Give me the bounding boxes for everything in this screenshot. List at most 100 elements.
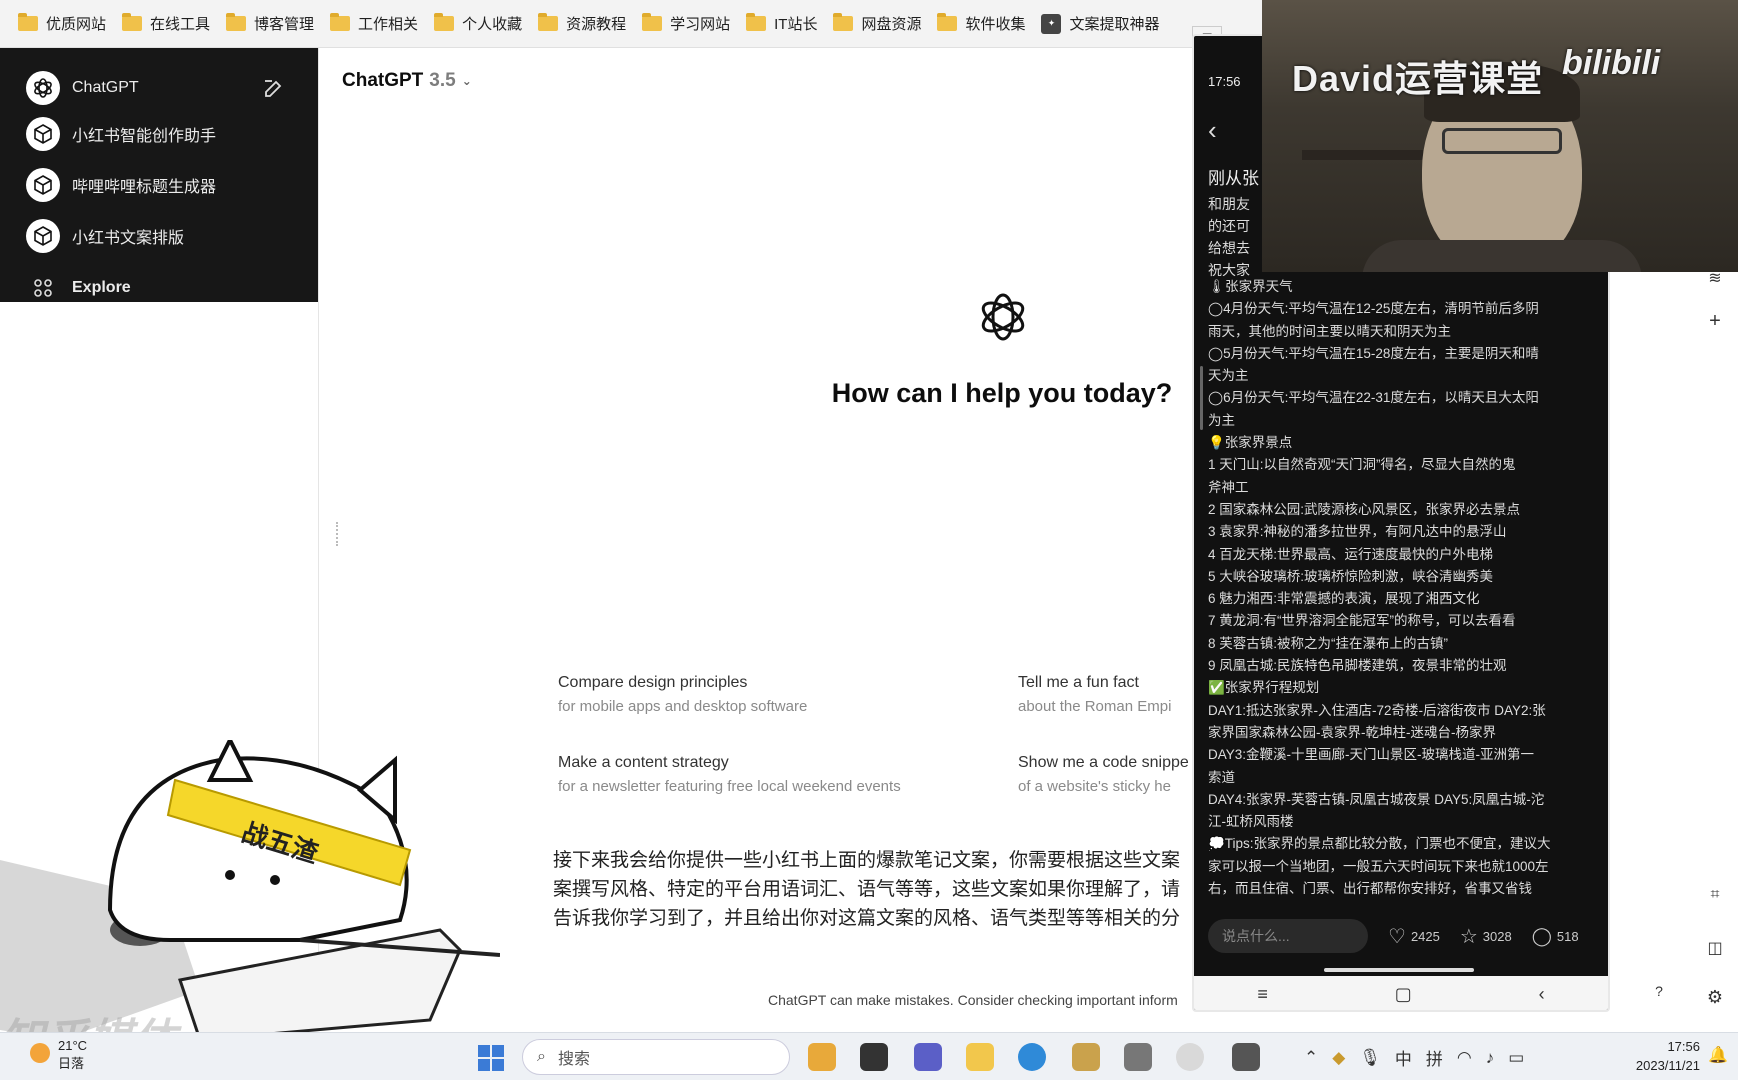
taskbar-search[interactable]: ⌕ 搜索 xyxy=(522,1039,790,1075)
like-button[interactable]: ♡ 2425 xyxy=(1388,924,1440,949)
star-count: 3028 xyxy=(1482,928,1512,944)
post-text-line: ◯4月份天气:平均气温在12-25度左右，清明节前后多阴 xyxy=(1208,301,1539,317)
bookmark-label: 优质网站 xyxy=(46,16,107,33)
bookmark-folder[interactable]: 优质网站 xyxy=(12,8,116,40)
suggestion-subtitle: about the Roman Empi xyxy=(1018,698,1172,715)
bookmark-label: 博客管理 xyxy=(254,16,315,33)
comment-input[interactable]: 说点什么... xyxy=(1208,919,1368,953)
sidebar-item-explore[interactable]: Explore xyxy=(26,268,131,308)
app-phone-mirror-icon[interactable] xyxy=(1232,1043,1260,1071)
post-text-line: 6 魅力湘西:非常震撼的表演，展现了湘西文化 xyxy=(1208,591,1480,607)
home-icon[interactable]: ▢ xyxy=(1395,984,1412,1005)
bookmark-folder[interactable]: 工作相关 xyxy=(324,8,428,40)
screenshot-icon[interactable]: ⌗ xyxy=(1704,884,1726,906)
suggestion-card[interactable]: Make a content strategy for a newsletter… xyxy=(558,754,978,795)
chevron-down-icon: ⌄ xyxy=(461,74,472,88)
app-pre-icon[interactable] xyxy=(808,1043,836,1071)
battery-icon[interactable]: ▭ xyxy=(1508,1048,1524,1068)
ime-language[interactable]: 中 xyxy=(1395,1045,1412,1070)
suggestion-title: Make a content strategy xyxy=(558,754,729,771)
phone-status-time: 17:56 xyxy=(1208,74,1241,89)
bookmark-folder[interactable]: 学习网站 xyxy=(636,8,740,40)
comment-bubble-icon: ◯ xyxy=(1531,925,1552,946)
post-text-line: 索道 xyxy=(1208,769,1235,785)
system-clock[interactable]: 17:56 2023/11/21 xyxy=(1620,1037,1700,1075)
post-text-line: 斧神工 xyxy=(1208,479,1249,495)
back-arrow-icon[interactable]: ‹ xyxy=(1208,117,1228,143)
star-icon: ☆ xyxy=(1459,925,1478,948)
file-explorer-icon[interactable] xyxy=(966,1043,994,1071)
help-icon[interactable]: ? xyxy=(1648,980,1670,1002)
menu-icon[interactable]: ≡ xyxy=(1257,984,1268,1005)
sidebar-toggle-icon[interactable]: ◫ xyxy=(1704,938,1726,960)
back-icon[interactable]: ‹ xyxy=(1539,984,1545,1005)
suggestion-subtitle: of a website's sticky he xyxy=(1018,778,1171,795)
teams-icon[interactable] xyxy=(914,1043,942,1071)
like-count: 2425 xyxy=(1410,928,1440,944)
notification-bell-icon[interactable]: 🔔 xyxy=(1708,1045,1728,1065)
post-text-line: 2 国家森林公园:武陵源核心风景区，张家界必去景点 xyxy=(1208,501,1521,517)
bookmark-folder[interactable]: IT站长 xyxy=(740,8,827,40)
prompt-line: 接下来我会给你提供一些小红书上面的爆款笔记文案，你需要根据这些文案 xyxy=(553,850,1181,871)
folder-icon xyxy=(330,13,351,31)
suggestion-card[interactable]: Compare design principles for mobile app… xyxy=(558,674,978,715)
post-text-line: 的还可 xyxy=(1208,218,1250,234)
sun-icon xyxy=(30,1043,50,1063)
bookmark-folder[interactable]: 软件收集 xyxy=(931,8,1035,40)
message-input[interactable]: 接下来我会给你提供一些小红书上面的爆款笔记文案，你需要根据这些文案 案撰写风格、… xyxy=(553,846,1193,933)
new-chat-icon[interactable] xyxy=(262,78,284,100)
bookmark-folder[interactable]: 博客管理 xyxy=(220,8,324,40)
suggestion-subtitle: for a newsletter featuring free local we… xyxy=(558,778,901,795)
chevron-up-icon[interactable]: ⌃ xyxy=(1304,1048,1318,1068)
sidebar-item-label: ChatGPT xyxy=(72,79,139,96)
tray-app-icon[interactable]: ◆ xyxy=(1332,1048,1345,1068)
app-notes-icon[interactable] xyxy=(1072,1043,1100,1071)
bookmark-label: 在线工具 xyxy=(150,16,211,33)
post-text-line: 江-虹桥风雨楼 xyxy=(1208,814,1294,830)
folder-icon xyxy=(18,13,38,31)
post-text-line: DAY1:抵达张家界-入住酒店-72奇楼-后溶街夜市 DAY2:张 xyxy=(1208,702,1546,718)
bilibili-logo: bilibili xyxy=(1562,44,1661,82)
microphone-icon[interactable]: 🎙 xyxy=(1359,1048,1381,1068)
presenter-body xyxy=(1362,240,1642,272)
app-calculator-icon[interactable] xyxy=(1124,1043,1152,1071)
plus-icon[interactable]: + xyxy=(1704,310,1726,332)
comment-button[interactable]: ◯ 518 xyxy=(1532,926,1579,947)
folder-icon xyxy=(937,13,958,31)
app-terminal-icon[interactable] xyxy=(860,1043,888,1071)
sidebar-item-bilibili-title-generator[interactable]: 哔哩哔哩标题生成器 xyxy=(26,165,216,205)
bookmark-link[interactable]: ✦ 文案提取神器 xyxy=(1035,8,1169,40)
edge-icon[interactable] xyxy=(1018,1043,1046,1071)
post-text-line: 和朋友 xyxy=(1208,196,1250,212)
sidebar: ChatGPT 小红书智能创作助手 哔哩哔哩标题生成器 小红书文案排版 Expl… xyxy=(0,48,318,302)
suggestion-card[interactable]: Show me a code snippe of a website's sti… xyxy=(1018,754,1194,795)
windows-start-icon[interactable] xyxy=(478,1045,504,1071)
suggestion-card[interactable]: Tell me a fun fact about the Roman Empi xyxy=(1018,674,1194,715)
model-selector[interactable]: ChatGPT 3.5 ⌄ xyxy=(342,70,472,92)
volume-icon[interactable]: ♪ xyxy=(1486,1048,1495,1068)
sidebar-item-label: 小红书文案排版 xyxy=(72,230,185,247)
post-title: 刚从张 xyxy=(1208,169,1259,188)
channel-title: David运营课堂 xyxy=(1292,58,1544,99)
gear-icon[interactable]: ⚙ xyxy=(1704,986,1726,1008)
post-text-line: 家界国家森林公园-袁家界-乾坤柱-迷魂台-杨家界 xyxy=(1208,724,1496,740)
sidebar-item-xiaohongshu-layout[interactable]: 小红书文案排版 xyxy=(26,216,184,256)
app-chrome-icon[interactable] xyxy=(1176,1043,1204,1071)
wifi-icon[interactable]: ◠ xyxy=(1457,1048,1472,1068)
post-text-line: 5 大峡谷玻璃桥:玻璃桥惊险刺激，峡谷清幽秀美 xyxy=(1208,568,1494,584)
scrollbar[interactable] xyxy=(1200,366,1203,430)
bookmark-folder[interactable]: 在线工具 xyxy=(116,8,220,40)
search-icon: ⌕ xyxy=(537,1048,546,1065)
ime-mode[interactable]: 拼 xyxy=(1426,1045,1443,1070)
resize-handle[interactable] xyxy=(336,522,340,546)
star-button[interactable]: ☆ 3028 xyxy=(1460,924,1512,949)
sidebar-item-xiaohongshu-assistant[interactable]: 小红书智能创作助手 xyxy=(26,114,216,154)
post-text-line: 家可以报一个当地团，一般五六天时间玩下来也就1000左 xyxy=(1208,858,1549,874)
bookmark-folder[interactable]: 网盘资源 xyxy=(827,8,931,40)
bookmark-folder[interactable]: 资源教程 xyxy=(532,8,636,40)
sidebar-item-chatgpt[interactable]: ChatGPT xyxy=(26,68,139,108)
post-text-line: 4 百龙天梯:世界最高、运行速度最快的户外电梯 xyxy=(1208,546,1494,562)
app-icon: ✦ xyxy=(1041,13,1062,34)
bookmark-label: 资源教程 xyxy=(566,16,627,33)
bookmark-folder[interactable]: 个人收藏 xyxy=(428,8,532,40)
